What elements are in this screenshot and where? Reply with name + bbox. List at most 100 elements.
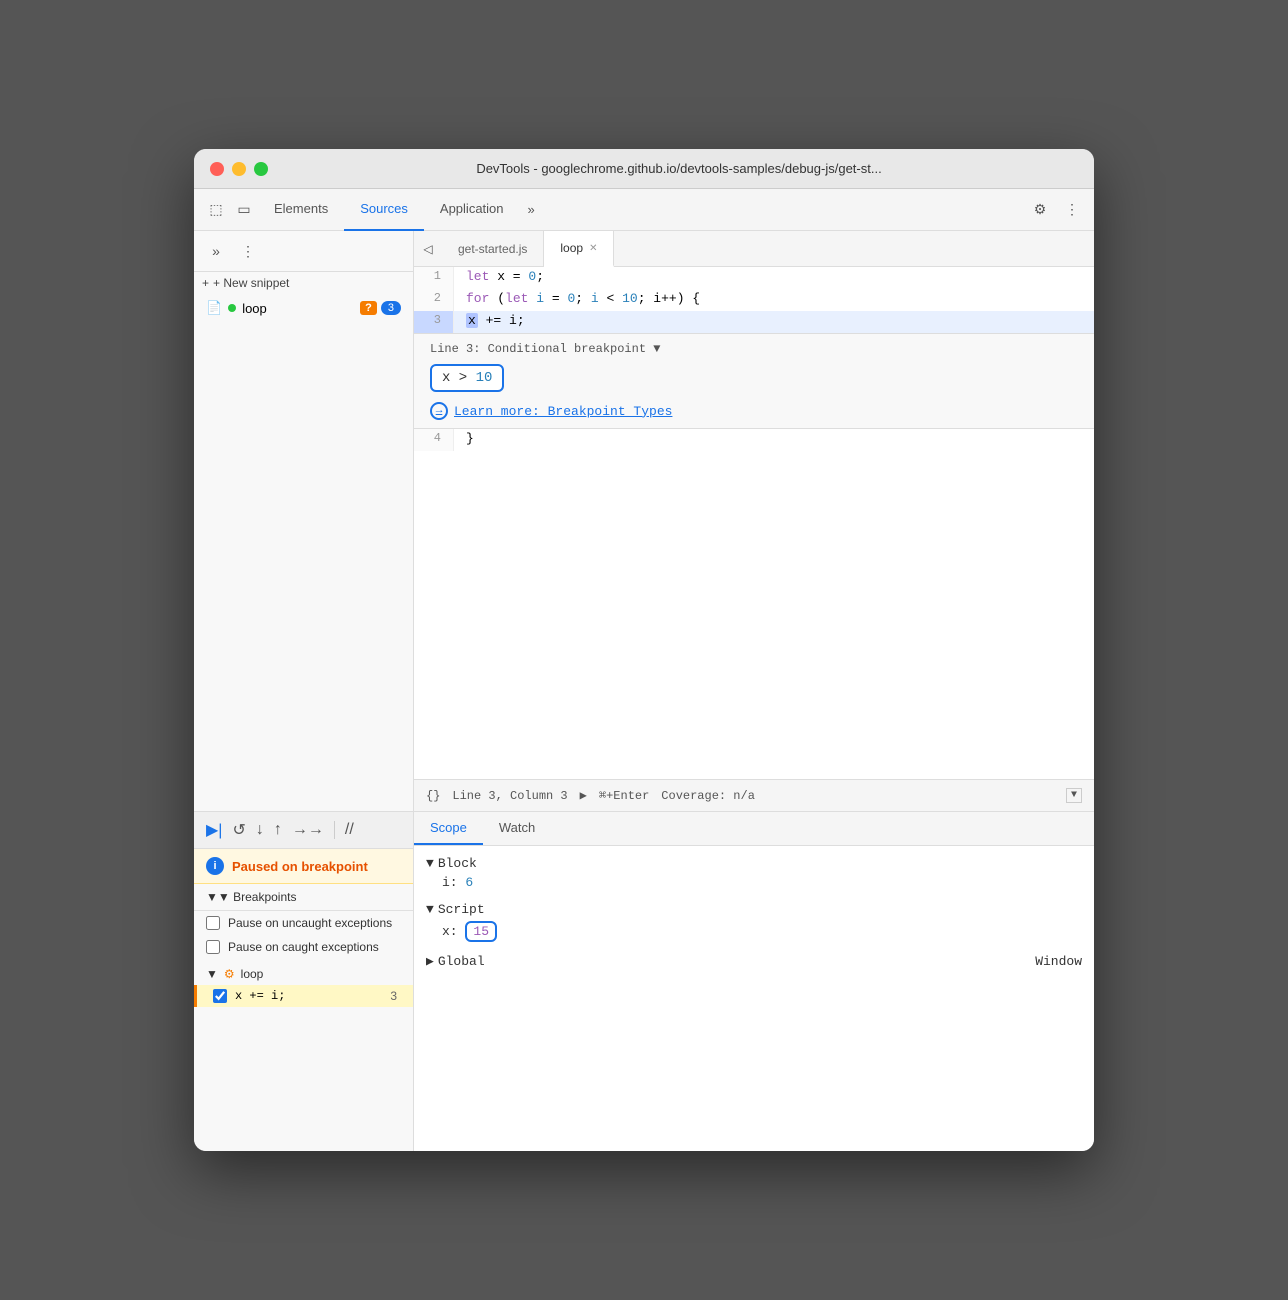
settings-icon[interactable]: ⚙ [1026, 196, 1054, 224]
devtools-window: DevTools - googlechrome.github.io/devtoo… [194, 149, 1094, 1151]
format-button[interactable]: {} [426, 789, 440, 803]
tab-watch[interactable]: Watch [483, 812, 551, 845]
left-panel-toolbar: » ⋮ [194, 231, 413, 272]
block-triangle: ▼ [426, 856, 434, 871]
window-title: DevTools - googlechrome.github.io/devtoo… [280, 161, 1078, 176]
file-icon: 📄 [206, 300, 222, 316]
pause-caught-checkbox[interactable] [206, 940, 220, 954]
paused-banner: i Paused on breakpoint [194, 849, 413, 884]
global-val: Window [1035, 954, 1082, 969]
code-line-4: 4 } [414, 429, 1094, 451]
breakpoint-popup: Line 3: Conditional breakpoint ▼ x > 10 … [414, 333, 1094, 429]
learn-more-link[interactable]: → Learn more: Breakpoint Types [430, 402, 1078, 420]
run-dot [228, 304, 236, 312]
step-over-button[interactable]: ↺ [232, 820, 245, 840]
line-number-4: 4 [414, 429, 454, 451]
file-tab-get-started[interactable]: get-started.js [442, 231, 544, 267]
step-out-button[interactable]: ↑ [274, 821, 282, 839]
more-options-icon-left[interactable]: ⋮ [234, 237, 262, 265]
maximize-button[interactable] [254, 162, 268, 176]
step-button[interactable]: →→ [292, 821, 324, 839]
scope-tabs: Scope Watch [414, 812, 1094, 846]
step-into-button[interactable]: ↓ [256, 821, 264, 839]
code-line-3: 3 x += i; [414, 311, 1094, 333]
tab-application[interactable]: Application [424, 189, 520, 231]
tab-bar: ⬚ ▭ Elements Sources Application » ⚙ ⋮ [194, 189, 1094, 231]
breakpoints-section-header[interactable]: ▼ ▼ Breakpoints [194, 884, 413, 911]
resume-button[interactable]: ▶| [206, 820, 222, 840]
bp-file-triangle: ▼ [206, 967, 218, 981]
minimize-button[interactable] [232, 162, 246, 176]
pause-uncaught-label: Pause on uncaught exceptions [228, 916, 392, 930]
file-item-loop[interactable]: 📄 loop ? 3 [194, 294, 413, 322]
scope-block-section: ▼ Block i: 6 [426, 854, 1082, 892]
bp-line-number: 3 [390, 989, 397, 1003]
file-nav-icon[interactable]: ◁ [414, 235, 442, 263]
run-shortcut: ⌘+Enter [599, 788, 649, 803]
file-tab-loop[interactable]: loop ✕ [544, 231, 614, 267]
more-options-icon[interactable]: ⋮ [1058, 196, 1086, 224]
scope-script-section: ▼ Script x: 15 [426, 900, 1082, 944]
scope-val-i: 6 [465, 875, 473, 890]
tab-sources[interactable]: Sources [344, 189, 424, 231]
new-snippet-button[interactable]: + + New snippet [194, 272, 413, 294]
line-content-1: let x = 0; [454, 267, 1094, 289]
bp-file-name: loop [241, 967, 264, 981]
scope-key-x: x: [442, 924, 465, 939]
global-title: Global [438, 954, 485, 969]
breakpoint-input-wrapper[interactable]: x > 10 [430, 364, 504, 392]
scope-content: ▼ Block i: 6 ▼ Script x: [414, 846, 1094, 987]
script-title: Script [438, 902, 485, 917]
file-tab-close-icon[interactable]: ✕ [589, 243, 597, 254]
left-panel: » ⋮ + + New snippet 📄 loop ? 3 [194, 231, 414, 811]
breakpoints-sub: ▼ ⚙ loop x += i; 3 [194, 959, 413, 1011]
deactivate-breakpoints-button[interactable]: // [345, 821, 354, 839]
coverage-icon[interactable]: ▼ [1066, 788, 1082, 803]
code-line-2: 2 for (let i = 0; i < 10; i++) { [414, 289, 1094, 311]
learn-more-circle-icon: → [430, 402, 448, 420]
run-icon[interactable]: ▶ [580, 788, 587, 803]
code-area: ◁ get-started.js loop ✕ 1 let x = 0; [414, 231, 1094, 811]
breakpoints-title: ▼ Breakpoints [218, 890, 297, 904]
window-controls [210, 162, 268, 176]
file-tabs: ◁ get-started.js loop ✕ [414, 231, 1094, 267]
bp-file-header: ▼ ⚙ loop [194, 963, 413, 985]
scope-script-header[interactable]: ▼ Script [426, 900, 1082, 919]
paused-text: Paused on breakpoint [232, 859, 368, 874]
scope-var-x: x: 15 [426, 919, 1082, 944]
bottom-area: ▶| ↺ ↓ ↑ →→ // i Paused on breakpoint ▼ … [194, 811, 1094, 1151]
line-content-3: x += i; [454, 311, 1094, 333]
pause-uncaught-item[interactable]: Pause on uncaught exceptions [194, 911, 413, 935]
scope-block-header[interactable]: ▼ Block [426, 854, 1082, 873]
scope-val-x: 15 [465, 921, 497, 942]
coverage-status: Coverage: n/a [661, 789, 755, 803]
line-number-3: 3 [414, 311, 454, 333]
code-editor[interactable]: 1 let x = 0; 2 for (let i = 0; i < 10; i… [414, 267, 1094, 811]
pause-caught-label: Pause on caught exceptions [228, 940, 379, 954]
tab-settings-area: ⚙ ⋮ [1026, 196, 1086, 224]
title-bar: DevTools - googlechrome.github.io/devtoo… [194, 149, 1094, 189]
expand-more-icon[interactable]: » [202, 237, 230, 265]
tab-scope[interactable]: Scope [414, 812, 483, 845]
tab-more-button[interactable]: » [520, 192, 543, 227]
breakpoint-header: Line 3: Conditional breakpoint ▼ [430, 342, 1078, 356]
code-line-1: 1 let x = 0; [414, 267, 1094, 289]
close-button[interactable] [210, 162, 224, 176]
block-title: Block [438, 856, 477, 871]
breakpoints-triangle-icon: ▼ [206, 890, 218, 904]
scope-key-i: i: [442, 875, 465, 890]
file-name: loop [242, 301, 267, 316]
bp-line-code: x += i; [235, 989, 285, 1003]
scope-global-header[interactable]: ▶ Global Window [426, 952, 1082, 971]
breakpoint-condition: x > 10 [442, 370, 492, 386]
bp-line-checkbox[interactable] [213, 989, 227, 1003]
line-number-2: 2 [414, 289, 454, 311]
cursor-icon[interactable]: ⬚ [202, 196, 230, 224]
pause-caught-item[interactable]: Pause on caught exceptions [194, 935, 413, 959]
pause-uncaught-checkbox[interactable] [206, 916, 220, 930]
status-bar: {} Line 3, Column 3 ▶ ⌘+Enter Coverage: … [414, 779, 1094, 811]
mobile-icon[interactable]: ▭ [230, 196, 258, 224]
badge-number: 3 [381, 301, 401, 315]
tab-elements[interactable]: Elements [258, 189, 344, 231]
badge-question: ? [360, 301, 377, 315]
